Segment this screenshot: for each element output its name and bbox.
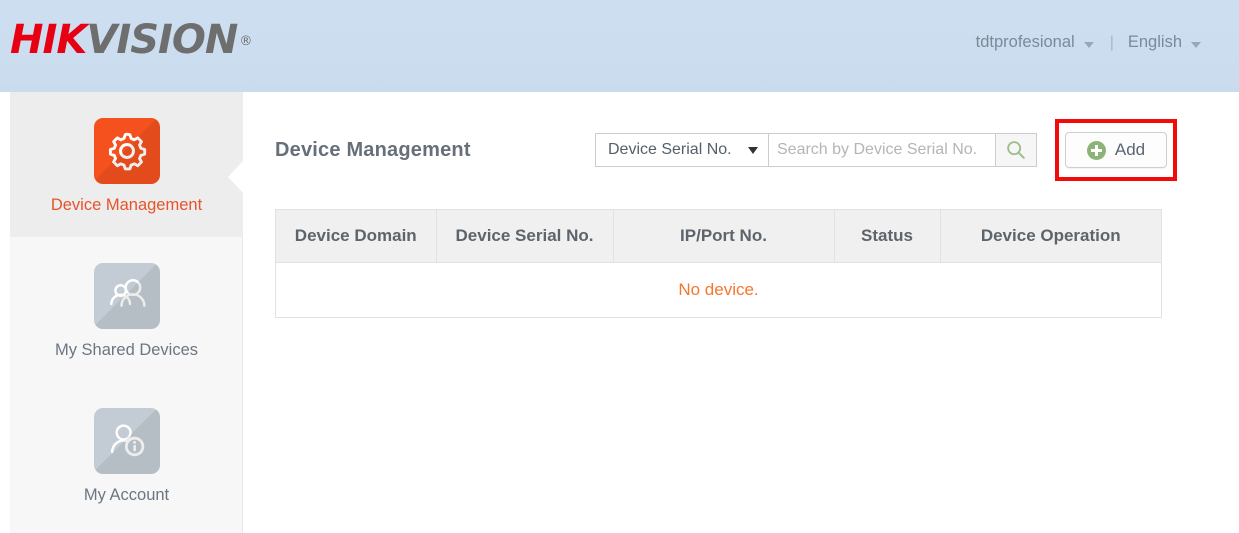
magnifier-icon — [1007, 141, 1025, 159]
column-header-device-operation: Device Operation — [940, 210, 1161, 263]
chevron-down-icon — [748, 146, 758, 154]
add-button-label: Add — [1114, 140, 1146, 159]
column-header-device-domain: Device Domain — [276, 210, 437, 263]
column-header-status: Status — [834, 210, 941, 263]
add-button[interactable]: Add — [1065, 132, 1167, 168]
user-info-icon — [93, 408, 160, 474]
sidebar-item-my-account[interactable]: My Account — [10, 382, 243, 527]
sidebar-item-my-shared-devices[interactable]: My Shared Devices — [10, 237, 243, 382]
page-title: Device Management — [275, 139, 471, 161]
header-right-controls: tdtprofesional | English — [976, 33, 1201, 52]
sidebar-item-device-management[interactable]: Device Management — [10, 92, 244, 237]
username-label: tdtprofesional — [975, 33, 1075, 51]
device-table: Device Domain Device Serial No. IP/Port … — [275, 209, 1162, 318]
empty-message: No device. — [276, 262, 1161, 317]
sidebar-item-label: My Shared Devices — [54, 341, 199, 359]
top-header: HIKVISION ® tdtprofesional | English — [0, 0, 1239, 92]
search-group: Device Serial No. — [595, 133, 1037, 167]
column-header-device-serial-no: Device Serial No. — [436, 210, 614, 263]
sidebar: Device Management My Shared Devices My A… — [10, 92, 244, 533]
table-header-row: Device Domain Device Serial No. IP/Port … — [276, 210, 1161, 263]
add-button-annotation-box: Add — [1055, 119, 1177, 181]
logo-hik-text: HIK — [10, 17, 87, 63]
table-empty-row: No device. — [276, 262, 1161, 317]
plus-circle-icon — [1086, 140, 1106, 160]
active-indicator-arrow — [228, 160, 244, 194]
search-input[interactable] — [769, 133, 996, 167]
shared-users-icon — [93, 263, 160, 329]
user-menu[interactable]: tdtprofesional — [976, 33, 1094, 52]
search-field-select[interactable]: Device Serial No. — [595, 133, 769, 167]
header-separator: | — [1109, 33, 1114, 51]
language-menu[interactable]: English — [1128, 33, 1201, 52]
registered-trademark-icon: ® — [239, 34, 252, 49]
sidebar-item-label: My Account — [83, 486, 170, 504]
main-content: Device Management Device Serial No. Sear… — [243, 92, 1212, 533]
chevron-down-icon — [1191, 41, 1201, 48]
language-label: English — [1127, 33, 1182, 51]
search-button[interactable] — [996, 133, 1037, 167]
chevron-down-icon — [1083, 41, 1094, 48]
sidebar-item-label: Device Management — [50, 196, 203, 214]
toolbar: Device Management Device Serial No. Sear… — [243, 92, 1212, 192]
column-header-ip-port-no: IP/Port No. — [613, 210, 835, 263]
gear-icon — [93, 118, 160, 184]
hikvision-logo: HIKVISION ® — [10, 16, 252, 64]
logo-vision-text: VISION — [86, 17, 238, 63]
search-field-selected-label: Device Serial No. — [608, 141, 732, 158]
page-panel: Device Management My Shared Devices My A… — [10, 92, 1212, 533]
